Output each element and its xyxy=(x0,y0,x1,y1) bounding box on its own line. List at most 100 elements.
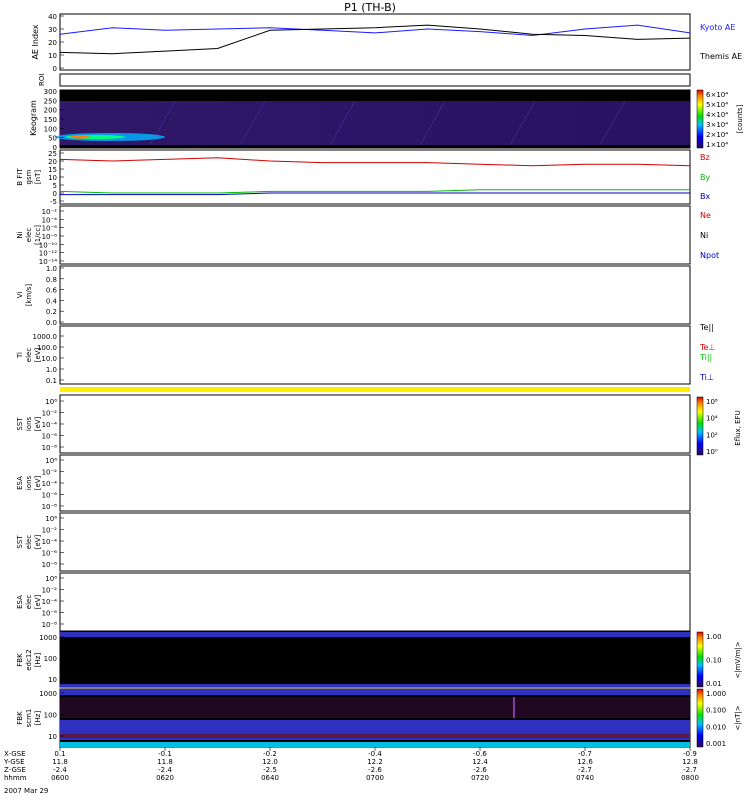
density-legend-npot: Npot xyxy=(700,251,719,260)
bfield-tick-label: 10 xyxy=(48,174,57,182)
x-axis-labels: X-GSEY-GSEZ-GSEhhmm0.111.8-2.40600-0.111… xyxy=(3,747,699,782)
fbk-scm-colorbar-tick: 0.001 xyxy=(706,740,726,748)
bfield-legend-by: By xyxy=(700,173,710,182)
fbk-edc-bottom-band xyxy=(60,684,690,687)
bfield-frame xyxy=(59,149,691,205)
ae-tick-label: 30 xyxy=(48,26,57,34)
keogram-tick-label: 300 xyxy=(44,88,57,96)
sst-elec-tick-label: 10⁻² xyxy=(42,527,58,535)
fbk-scm-top-band xyxy=(60,689,690,695)
density-frame xyxy=(59,205,691,265)
esa-ions-tick-label: 10⁻⁸ xyxy=(42,503,58,511)
x-axis-value: -0.2 xyxy=(263,750,277,758)
eflux-colorbar-tick: 10⁴ xyxy=(706,415,718,423)
x-axis-value: 0620 xyxy=(156,774,174,782)
density-tick-label: 10⁻⁶ xyxy=(42,225,58,233)
bfield-tick-label: 25 xyxy=(48,150,57,158)
bfield-ylabel: B FIT gsm [nT] xyxy=(16,168,42,186)
bfield-legend-bz: Bz xyxy=(700,153,710,162)
velocity-ylabel: Vi [km/s] xyxy=(16,284,33,307)
fbk-scm-colorbar-ticks: 1.000 0.100 0.010 0.001 xyxy=(706,690,726,748)
bfield-panel: B FIT gsm [nT] 2520151050-5 Bz By Bx xyxy=(16,149,710,206)
eflux-colorbar xyxy=(696,396,704,456)
velocity-tick-label: 0.4 xyxy=(46,297,58,305)
keogram-colorbar-tick: 4×10⁴ xyxy=(706,111,728,119)
data-status-bar xyxy=(60,387,690,392)
temp-legend-ti-perp: Ti⊥ xyxy=(699,373,714,382)
esa-ions-ylabel-line: ESA xyxy=(16,476,24,490)
fbk-edc-top-band xyxy=(60,632,690,637)
x-axis-value: -0.4 xyxy=(368,750,382,758)
esa-elec-tick-label: 10⁻⁸ xyxy=(42,621,58,629)
esa-ions-tick-label: 10⁻⁶ xyxy=(42,492,58,500)
ae-legend-kyoto: Kyoto AE xyxy=(700,23,735,32)
fbk-scm-colorbar-unit: <|nT|> xyxy=(734,705,742,730)
fbk-scm-colorbar xyxy=(696,688,704,748)
fbk-scm-colorbar-tick: 0.100 xyxy=(706,707,726,715)
bfield-legend-bx: Bx xyxy=(700,192,710,201)
x-axis-date: 2007 Mar 29 xyxy=(4,787,48,795)
x-axis-value: 0700 xyxy=(366,774,384,782)
ae-tick-label: 10 xyxy=(48,52,57,60)
esa-ions-frame xyxy=(59,454,691,512)
x-axis-value: 11.8 xyxy=(52,758,68,766)
x-axis-value: 12.6 xyxy=(577,758,593,766)
fbk-edc-colorbar-tick: 1.00 xyxy=(706,633,722,641)
esa-elec-ylabel-line: elec xyxy=(25,595,33,610)
fbk-scm-colorbar-tick: 1.000 xyxy=(706,690,726,698)
fbk-edc-tick-label: 100 xyxy=(44,655,57,663)
fbk-scm-ylabel-line: [Hz] xyxy=(34,711,42,726)
density-tick-label: 10⁻⁴ xyxy=(42,216,58,224)
temp-tick-label: 1000.0 xyxy=(33,333,58,341)
eflux-colorbar-ticks: 10⁸ 10⁴ 10² 10⁰ xyxy=(706,398,718,456)
x-axis-row-label: hhmm xyxy=(4,774,27,782)
roi-frame xyxy=(59,73,691,87)
ae-ylabel: AE Index xyxy=(31,24,40,59)
ae-tick-label: 0 xyxy=(53,65,57,73)
x-axis-value: 0600 xyxy=(51,774,69,782)
keogram-hot-spot xyxy=(70,135,90,139)
sst-elec-tick-label: 10⁻⁸ xyxy=(42,561,58,569)
x-axis-value: -0.9 xyxy=(683,750,697,758)
x-axis-value: 0640 xyxy=(261,774,279,782)
fbk-edc-colorbar-ticks: 1.00 0.10 0.01 xyxy=(706,633,722,688)
velocity-tick-label: 1.0 xyxy=(46,265,57,273)
x-axis-value: 11.8 xyxy=(157,758,173,766)
x-axis-value: 12.8 xyxy=(682,758,698,766)
bfield-ylabel-line: [nT] xyxy=(34,170,42,184)
sst-elec-tick-label: 10⁶ xyxy=(45,515,57,523)
temp-tick-label: 1.0 xyxy=(46,366,57,374)
fbk-scm-panel: FBK scm1 [Hz] 1000 100 10 1.000 0.100 0.010 0.0… xyxy=(16,688,742,748)
x-axis-value: 12.4 xyxy=(472,758,488,766)
esa-elec-tick-label: 10⁻² xyxy=(42,587,58,595)
fbk-scm-mid xyxy=(60,697,690,718)
velocity-tick-label: 0.2 xyxy=(46,308,57,316)
bfield-ylabel-line: gsm xyxy=(25,169,33,184)
x-axis-value: -2.4 xyxy=(158,766,172,774)
ae-panel: AE Index 40 30 20 10 0 Kyoto AE Themis AE xyxy=(31,13,742,73)
roi-ylabel: ROI xyxy=(38,74,46,86)
sst-ions-ylabel-line: ions xyxy=(25,416,33,431)
x-axis-value: -0.1 xyxy=(158,750,172,758)
x-axis-value: -2.4 xyxy=(53,766,67,774)
ae-frame xyxy=(59,13,691,71)
esa-elec-panel: ESA elec [eV] 10⁶ 10⁻² 10⁻⁴ 10⁻⁶ 10⁻⁸ xyxy=(16,572,691,632)
fbk-edc-colorbar-tick: 0.10 xyxy=(706,657,722,665)
fbk-edc-ylabel-line: [Hz] xyxy=(34,653,42,668)
temp-ylabel-line: Ti xyxy=(16,352,24,359)
velocity-frame xyxy=(59,265,691,325)
keogram-ylabel: Keogram xyxy=(29,100,38,136)
x-axis-value: -0.7 xyxy=(578,750,592,758)
sst-elec-ylabel: SST elec [eV] xyxy=(16,534,42,549)
sst-elec-tick-label: 10⁻⁴ xyxy=(42,538,58,546)
ae-tick-label: 20 xyxy=(48,39,57,47)
fbk-edc-frame xyxy=(59,631,691,688)
ae-tick-label: 40 xyxy=(48,13,57,21)
fbk-scm-tick-label: 1000 xyxy=(39,690,57,698)
x-axis-value: -2.7 xyxy=(578,766,592,774)
fbk-edc-ylabel: FBK edc12 [Hz] xyxy=(16,649,42,671)
x-axis-value: -2.5 xyxy=(263,766,277,774)
esa-elec-ylabel-line: ESA xyxy=(16,595,24,609)
esa-ions-tick-label: 10⁻⁴ xyxy=(42,480,58,488)
fbk-edc-ylabel-line: edc12 xyxy=(25,649,33,671)
